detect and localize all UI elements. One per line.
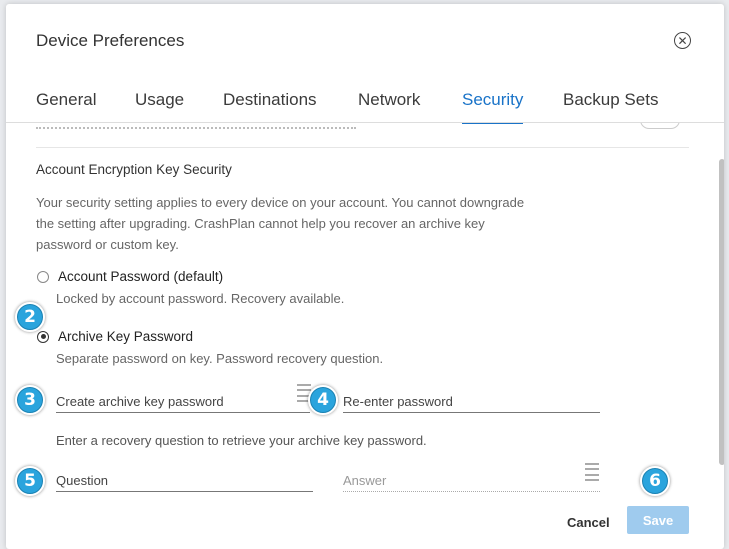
keyboard-icon [585, 463, 599, 481]
close-icon[interactable]: ✕ [674, 32, 691, 49]
radio-archive-key-password[interactable]: Archive Key Password [37, 329, 193, 344]
dialog-title: Device Preferences [36, 31, 185, 50]
radio-button-selected[interactable] [37, 330, 49, 343]
scrollbar-thumb[interactable] [719, 159, 724, 465]
radio-description: Separate password on key. Password recov… [56, 351, 384, 366]
tab-network[interactable]: Network [358, 90, 420, 124]
recovery-info-text: Enter a recovery question to retrieve yo… [56, 433, 427, 448]
reenter-password-field[interactable]: Re-enter password [343, 394, 600, 413]
radio-description: Locked by account password. Recovery ava… [56, 291, 345, 306]
section-divider [36, 147, 689, 148]
tab-destinations[interactable]: Destinations [223, 90, 317, 124]
callout-6: 6 [640, 466, 670, 496]
callout-5: 5 [15, 466, 45, 496]
section-description: Your security setting applies to every d… [36, 195, 525, 252]
scrolled-setting-row [36, 123, 356, 129]
section-heading: Account Encryption Key Security [36, 162, 232, 177]
tab-security[interactable]: Security [462, 90, 524, 124]
tab-bar: General Usage Destinations Network Secur… [6, 90, 724, 124]
radio-account-password[interactable]: Account Password (default) [37, 269, 223, 284]
device-preferences-dialog: Device Preferences ✕ General Usage Desti… [6, 4, 724, 549]
answer-field[interactable]: Answer [343, 473, 600, 492]
callout-4: 4 [308, 385, 338, 415]
radio-label: Archive Key Password [58, 329, 194, 344]
question-field[interactable]: Question [56, 473, 313, 492]
tab-general[interactable]: General [36, 90, 96, 124]
save-button[interactable]: Save [627, 506, 689, 534]
security-panel: Account Encryption Key Security Your sec… [6, 123, 718, 549]
cancel-button[interactable]: Cancel [567, 515, 610, 530]
radio-button[interactable] [37, 270, 49, 283]
scrolled-toggle[interactable] [640, 123, 680, 129]
radio-label: Account Password (default) [58, 269, 224, 284]
tab-backup-sets[interactable]: Backup Sets [563, 90, 658, 124]
callout-2: 2 [15, 302, 45, 332]
tab-usage[interactable]: Usage [135, 90, 184, 124]
create-password-field[interactable]: Create archive key password [56, 394, 310, 413]
callout-3: 3 [15, 385, 45, 415]
